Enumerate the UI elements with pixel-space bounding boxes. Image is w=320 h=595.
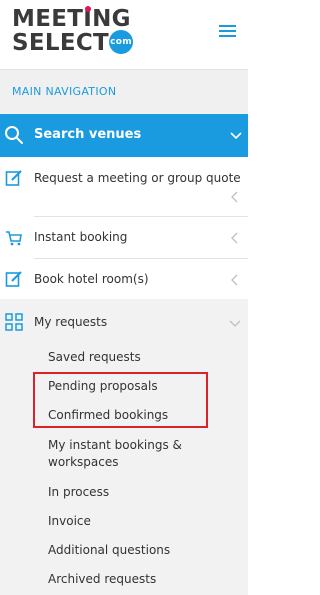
sidebar-item-request-meeting[interactable]: Request a meeting or group quote: [0, 157, 248, 216]
sub-item-instant-bookings-line2[interactable]: workspaces: [48, 454, 119, 470]
sidebar-item-book-hotel[interactable]: Book hotel room(s): [0, 259, 248, 299]
sub-item-instant-bookings[interactable]: My instant bookings &: [48, 437, 182, 453]
hamburger-menu-icon[interactable]: [219, 25, 236, 38]
sub-item-archived-requests[interactable]: Archived requests: [48, 571, 156, 587]
chevron-left-icon[interactable]: [229, 274, 241, 286]
edit-icon: [5, 170, 22, 186]
sub-item-saved-requests[interactable]: Saved requests: [48, 349, 141, 365]
sub-item-in-process[interactable]: In process: [48, 484, 109, 500]
chevron-down-icon[interactable]: [229, 317, 241, 329]
sidebar-item-my-requests[interactable]: My requests: [0, 299, 248, 343]
sub-item-invoice[interactable]: Invoice: [48, 513, 91, 529]
logo-com-badge: com: [109, 29, 134, 54]
grid-icon: [5, 313, 23, 331]
sidebar-item-label: My requests: [34, 315, 108, 329]
chevron-left-icon[interactable]: [229, 232, 241, 244]
sidebar-item-instant-booking[interactable]: Instant booking: [0, 217, 248, 258]
cart-icon: [6, 231, 22, 246]
sub-item-additional-questions[interactable]: Additional questions: [48, 542, 170, 558]
chevron-down-icon: [230, 132, 242, 140]
search-venues-label: Search venues: [34, 127, 142, 142]
edit-icon: [5, 271, 22, 287]
sidebar-item-label: Request a meeting or group quote: [34, 171, 241, 185]
sidebar-item-label: Instant booking: [34, 230, 128, 244]
main-navigation-label: MAIN NAVIGATION: [0, 69, 248, 114]
logo[interactable]: MEETiNG SELECTcom: [12, 6, 134, 56]
search-venues-item[interactable]: Search venues: [0, 114, 248, 157]
logo-i-dot: i: [83, 6, 93, 32]
search-icon: [5, 126, 23, 144]
chevron-left-icon[interactable]: [229, 191, 241, 203]
highlight-box: [33, 372, 208, 428]
logo-line-2: SELECTcom: [12, 29, 134, 56]
sidebar-item-label: Book hotel room(s): [34, 272, 149, 286]
header: MEETiNG SELECTcom: [0, 0, 248, 69]
logo-line-1: MEETiNG: [12, 6, 131, 32]
app-root: MEETiNG SELECTcom MAIN NAVIGATION Search…: [0, 0, 248, 595]
